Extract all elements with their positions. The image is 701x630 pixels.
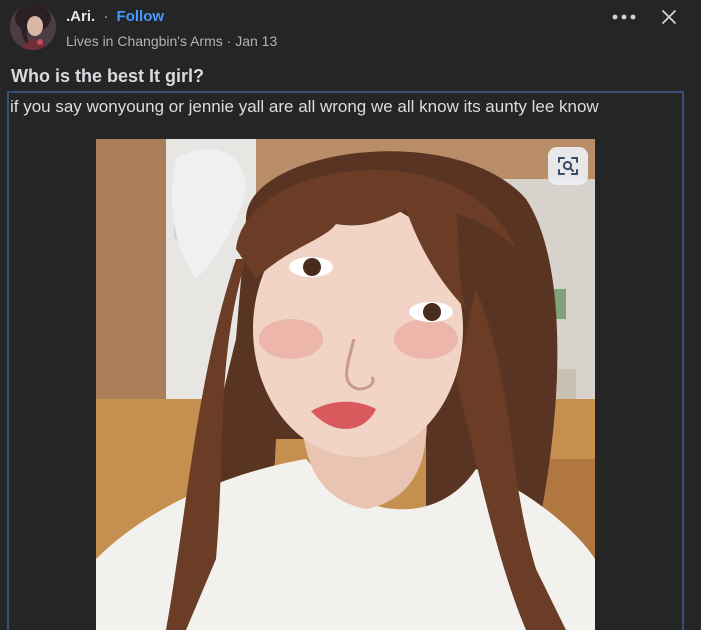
separator-dot: · (103, 8, 109, 25)
post-title: Who is the best It girl? (11, 66, 204, 86)
selfie-image (96, 139, 595, 630)
close-button[interactable] (656, 4, 682, 30)
more-horizontal-icon (612, 14, 636, 20)
close-icon (662, 10, 676, 24)
more-options-button[interactable] (607, 6, 641, 28)
post-photo[interactable] (96, 139, 595, 630)
post-card: .Ari. · Follow Lives in Changbin's Arms … (0, 0, 701, 630)
author-avatar[interactable] (10, 4, 56, 50)
author-line: .Ari. · Follow (66, 8, 164, 26)
visual-search-icon (558, 157, 578, 175)
avatar-image (10, 4, 56, 50)
post-meta: Lives in Changbin's Arms · Jan 13 (66, 33, 278, 49)
post-body-text: if you say wonyoung or jennie yall are a… (10, 97, 599, 116)
author-name[interactable]: .Ari. (66, 8, 95, 25)
visual-search-button[interactable] (548, 147, 588, 185)
follow-button[interactable]: Follow (117, 8, 165, 25)
